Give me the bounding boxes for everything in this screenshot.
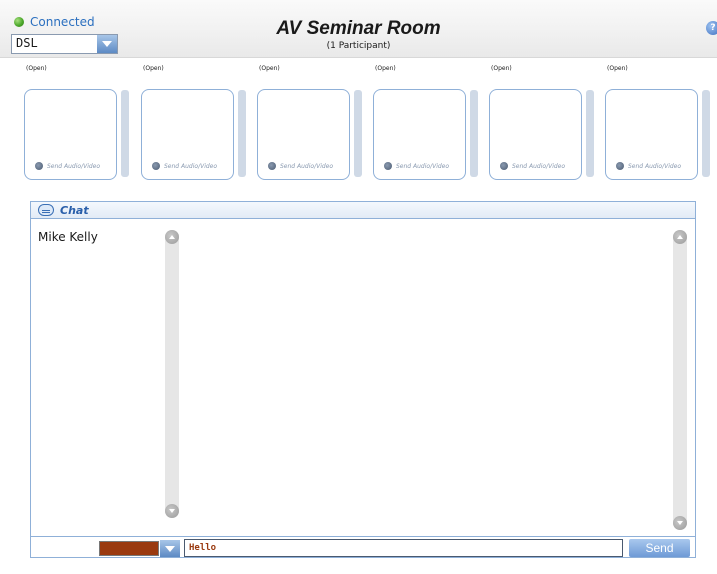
send-audio-video-button[interactable]: Send Audio/Video: [35, 162, 100, 170]
status-text: Connected: [30, 15, 95, 29]
video-slot: Send Audio/Video: [373, 89, 466, 180]
slot-label: (Open): [607, 65, 628, 72]
volume-bar[interactable]: [470, 90, 478, 177]
send-audio-video-button[interactable]: Send Audio/Video: [152, 162, 217, 170]
chat-messages-scrollbar[interactable]: [673, 230, 687, 530]
slot-label: (Open): [26, 65, 47, 72]
slot-label: (Open): [375, 65, 396, 72]
video-slot: Send Audio/Video: [489, 89, 582, 180]
chevron-down-icon[interactable]: [160, 540, 180, 557]
send-audio-video-button[interactable]: Send Audio/Video: [500, 162, 565, 170]
connection-status: Connected: [14, 15, 95, 29]
volume-bar[interactable]: [238, 90, 246, 177]
volume-bar[interactable]: [702, 90, 710, 177]
send-audio-video-label: Send Audio/Video: [280, 162, 334, 170]
send-icon: [500, 162, 508, 170]
slot-label: (Open): [491, 65, 512, 72]
scroll-up-icon[interactable]: [673, 230, 687, 244]
chat-panel: Chat Mike Kelly Send: [30, 201, 696, 558]
header-bar: Connected DSL AV Seminar Room (1 Partici…: [0, 0, 717, 58]
status-indicator-icon: [14, 17, 24, 27]
send-audio-video-label: Send Audio/Video: [512, 162, 566, 170]
send-audio-video-label: Send Audio/Video: [396, 162, 450, 170]
chat-input-bar: Send: [31, 536, 695, 557]
chat-bubble-icon: [38, 204, 54, 216]
send-icon: [384, 162, 392, 170]
chat-header: Chat: [31, 202, 695, 219]
scroll-down-icon[interactable]: [673, 516, 687, 530]
send-audio-video-label: Send Audio/Video: [47, 162, 101, 170]
connection-type-dropdown[interactable]: DSL: [11, 34, 118, 54]
send-audio-video-label: Send Audio/Video: [164, 162, 218, 170]
text-color-swatch[interactable]: [99, 541, 159, 556]
send-audio-video-button[interactable]: Send Audio/Video: [384, 162, 449, 170]
scroll-down-icon[interactable]: [165, 504, 179, 518]
volume-bar[interactable]: [121, 90, 129, 177]
slot-label: (Open): [143, 65, 164, 72]
volume-bar[interactable]: [586, 90, 594, 177]
volume-bar[interactable]: [354, 90, 362, 177]
send-icon: [152, 162, 160, 170]
scroll-up-icon[interactable]: [165, 230, 179, 244]
send-icon: [616, 162, 624, 170]
send-audio-video-label: Send Audio/Video: [628, 162, 682, 170]
participant-list-scrollbar[interactable]: [165, 230, 179, 518]
send-audio-video-button[interactable]: Send Audio/Video: [616, 162, 681, 170]
video-slot: Send Audio/Video: [141, 89, 234, 180]
send-audio-video-button[interactable]: Send Audio/Video: [268, 162, 333, 170]
send-button[interactable]: Send: [629, 539, 690, 557]
send-icon: [35, 162, 43, 170]
video-slot: Send Audio/Video: [24, 89, 117, 180]
room-title: AV Seminar Room: [276, 18, 441, 39]
video-slot: Send Audio/Video: [605, 89, 698, 180]
participant-name[interactable]: Mike Kelly: [38, 230, 98, 244]
av-seminar-app: Connected DSL AV Seminar Room (1 Partici…: [0, 0, 717, 574]
chat-title: Chat: [60, 203, 89, 217]
chevron-down-icon[interactable]: [97, 35, 117, 53]
message-input[interactable]: [184, 539, 623, 557]
video-slot: Send Audio/Video: [257, 89, 350, 180]
send-icon: [268, 162, 276, 170]
participant-count: (1 Participant): [326, 41, 391, 51]
help-icon[interactable]: ?: [706, 21, 717, 35]
slot-label: (Open): [259, 65, 280, 72]
text-color-picker[interactable]: [99, 540, 180, 557]
connection-type-value: DSL: [16, 36, 38, 50]
